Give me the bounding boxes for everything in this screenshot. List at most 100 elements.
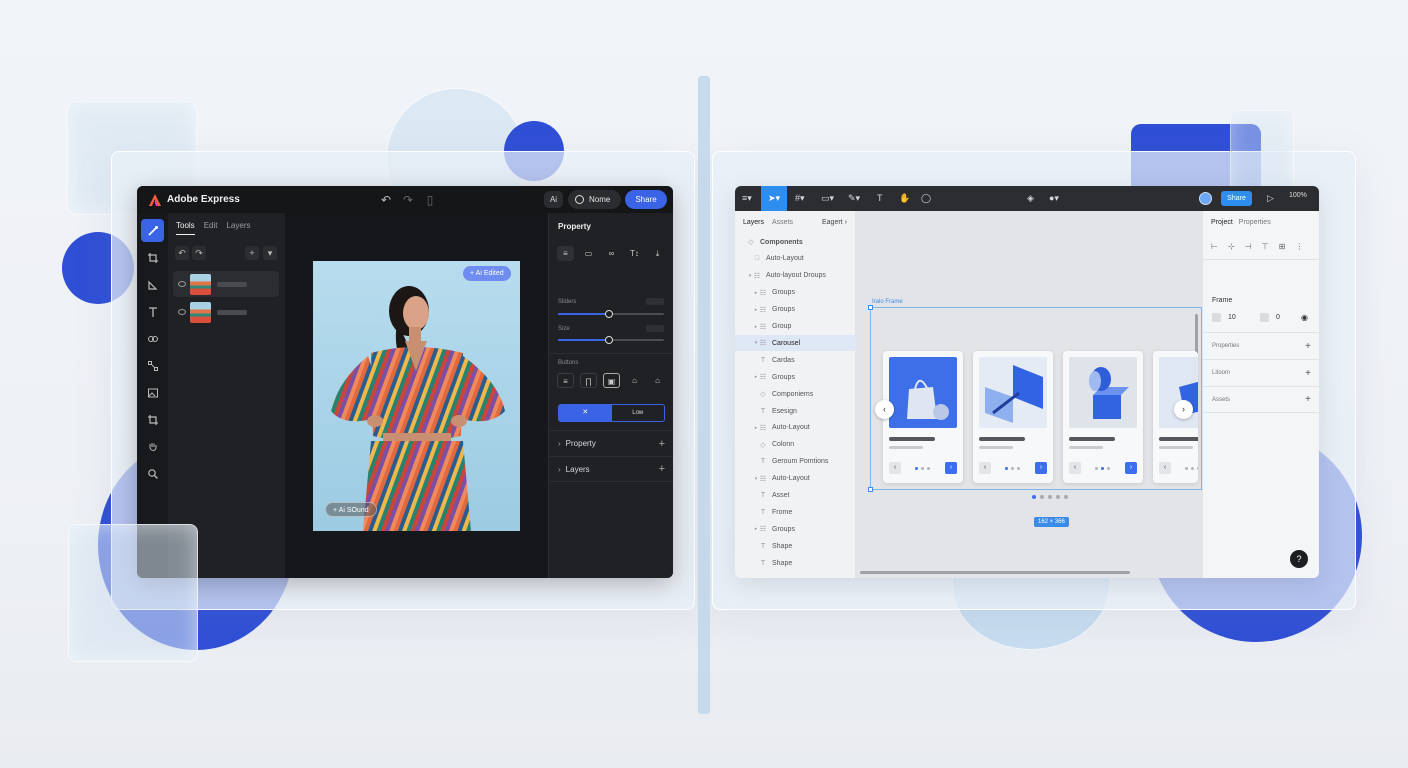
plus-icon[interactable]: + — [1305, 394, 1311, 405]
layer-row[interactable]: T Shape — [735, 538, 856, 554]
text-size-icon[interactable]: T↕ — [626, 246, 643, 261]
ai-sound-button[interactable]: + Ai SOund — [325, 502, 377, 517]
slider-knob[interactable] — [604, 336, 613, 344]
link-tool[interactable] — [141, 327, 164, 350]
page-dot[interactable] — [1048, 495, 1052, 499]
card-prev-button[interactable]: ‹ — [1069, 462, 1081, 474]
eye-icon[interactable]: ◉ — [1301, 313, 1308, 322]
component-icon[interactable]: ◈ — [1027, 192, 1034, 205]
litoom-section[interactable]: Litoom + — [1203, 359, 1319, 386]
distribute-icon[interactable]: ⋮ — [1295, 242, 1303, 251]
page-dot[interactable] — [1040, 495, 1044, 499]
canvas-photo[interactable] — [313, 261, 520, 531]
zoom-level[interactable]: 100% — [1289, 192, 1307, 199]
resize-handle[interactable] — [868, 305, 873, 310]
pen-tool-icon[interactable]: ✎▾ — [848, 192, 860, 205]
crop-tool[interactable] — [141, 246, 164, 269]
layers-accordion[interactable]: › Layers + — [549, 456, 673, 482]
play-icon[interactable]: ▷ — [1267, 192, 1274, 205]
avatar[interactable] — [1199, 192, 1212, 205]
help-button[interactable]: ? — [1290, 550, 1308, 568]
carousel-page-dots[interactable] — [1032, 495, 1068, 499]
card-prev-button[interactable]: ‹ — [979, 462, 991, 474]
slider-2[interactable] — [558, 336, 664, 344]
align-middle-icon[interactable]: ⊞ — [1279, 242, 1286, 251]
main-menu-icon[interactable]: ≡▾ — [742, 192, 752, 205]
tab-tools[interactable]: Tools — [176, 221, 195, 235]
layer-row[interactable]: T Cardas — [735, 352, 856, 368]
shape-tool[interactable] — [141, 273, 164, 296]
card-next-button[interactable]: › — [1125, 462, 1137, 474]
frame-icon[interactable]: ▣ — [603, 373, 620, 388]
trash-icon[interactable]: ▯ — [423, 193, 437, 207]
export-dropdown[interactable]: Eagert › — [822, 219, 847, 226]
toggle-option-active[interactable]: ✕ — [559, 405, 612, 421]
card-prev-button[interactable]: ‹ — [889, 462, 901, 474]
align-icon[interactable]: ≡ — [557, 373, 574, 388]
align-left-icon[interactable]: ⊢ — [1211, 242, 1218, 251]
toggle-option[interactable]: Low — [612, 405, 665, 421]
carousel-card[interactable]: ‹ — [1153, 351, 1198, 483]
zoom-tool[interactable] — [141, 462, 164, 485]
subtract-icon[interactable]: ⌂ — [649, 373, 666, 388]
plus-icon[interactable]: + — [1305, 368, 1311, 379]
tab-project[interactable]: Project — [1211, 219, 1233, 226]
layer-row[interactable]: ▾ ☷ Auto-layout Droups — [735, 268, 856, 284]
transform-tool[interactable] — [141, 354, 164, 377]
move-tool[interactable]: ➤▾ — [761, 186, 787, 211]
panel-undo-button[interactable]: ↶ — [175, 246, 189, 260]
layer-row[interactable]: ▾ ☷ Carousel — [735, 335, 856, 352]
assets-section[interactable]: Assets + — [1203, 386, 1319, 413]
layer-row[interactable]: T Esesign — [735, 403, 856, 419]
page-dot[interactable] — [1032, 495, 1036, 499]
add-layer-button[interactable]: + — [245, 246, 259, 260]
plus-icon[interactable]: + — [1305, 341, 1311, 352]
home-button[interactable]: Nome — [568, 190, 621, 209]
combine-icon[interactable]: ⌂ — [626, 373, 643, 388]
slider-knob[interactable] — [604, 310, 613, 318]
visibility-icon[interactable] — [178, 309, 186, 315]
page-dot[interactable] — [1064, 495, 1068, 499]
rectangle-icon[interactable]: ▭ — [580, 246, 597, 261]
layer-row[interactable]: ▸ ☷ Group — [735, 319, 856, 335]
page-dot[interactable] — [1056, 495, 1060, 499]
share-button[interactable]: Share — [1221, 191, 1252, 206]
layer-row[interactable] — [173, 299, 279, 325]
layer-row[interactable]: ▸ ☷ Groups — [735, 285, 856, 301]
card-next-button[interactable]: › — [1035, 462, 1047, 474]
horizontal-scrollbar[interactable] — [860, 571, 1130, 574]
carousel-next-arrow[interactable]: › — [1174, 400, 1193, 419]
width-value[interactable]: 10 — [1228, 314, 1236, 321]
image-tool[interactable] — [141, 381, 164, 404]
value-box[interactable] — [646, 325, 664, 332]
frame-label[interactable]: Iralo Frame — [872, 299, 903, 305]
tab-layers[interactable]: Layers — [743, 219, 764, 226]
hand-tool[interactable] — [141, 435, 164, 458]
layer-row[interactable]: T Asset — [735, 488, 856, 504]
layer-row[interactable]: T Geroum Pomtions — [735, 454, 856, 470]
layer-row[interactable]: □ Auto-Layout — [735, 251, 856, 267]
carousel-card[interactable]: ‹ › — [1063, 351, 1143, 483]
redo-icon[interactable]: ↷ — [401, 193, 415, 207]
link-icon[interactable]: ∞ — [603, 246, 620, 261]
card-prev-button[interactable]: ‹ — [1159, 462, 1171, 474]
plus-icon[interactable]: + — [659, 463, 665, 475]
carousel-prev-arrow[interactable]: ‹ — [875, 400, 894, 419]
layer-row[interactable] — [173, 271, 279, 297]
align-left-icon[interactable]: ≡ — [557, 246, 574, 261]
share-button[interactable]: Share — [625, 190, 667, 209]
carousel-card[interactable]: ‹ › — [883, 351, 963, 483]
download-icon[interactable]: ⤓ — [649, 246, 666, 261]
tab-assets[interactable]: Assets — [772, 219, 793, 226]
columns-icon[interactable]: ∏ — [580, 373, 597, 388]
tab-edit[interactable]: Edit — [204, 221, 218, 235]
mode-toggle[interactable]: ✕ Low — [558, 404, 665, 422]
carousel-card[interactable]: ‹ › — [973, 351, 1053, 483]
layer-row[interactable]: ▸ ☷ Groups — [735, 369, 856, 385]
value-box[interactable] — [646, 298, 664, 305]
ai-button[interactable]: Ai — [544, 191, 563, 208]
layer-row[interactable]: ◇ Componiems — [735, 386, 856, 402]
brush-tool[interactable] — [141, 219, 164, 242]
fill-icon[interactable]: ●▾ — [1049, 192, 1059, 205]
plus-icon[interactable]: + — [659, 438, 665, 450]
